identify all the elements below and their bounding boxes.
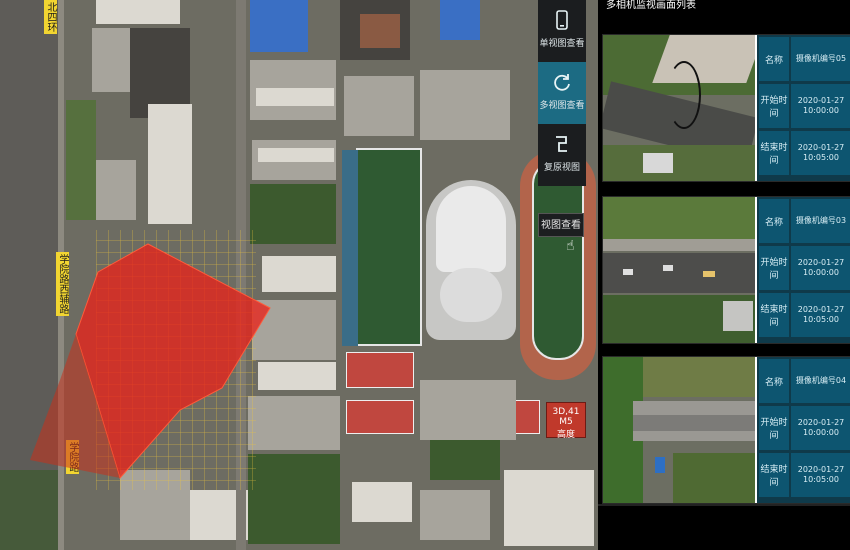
meta-row: 名称 摄像机编号05 (759, 37, 850, 83)
road-label: 学院路西辅路 (56, 252, 69, 316)
road-label: 北四环 (44, 0, 57, 34)
reset-view-label: 复原视图 (543, 163, 580, 173)
view-toolbar: 单视图查看 多视图查看 复原视图 (538, 0, 586, 186)
camera-thumbnail[interactable] (603, 357, 755, 503)
meta-value: 摄像机编号05 (791, 37, 850, 81)
building (344, 76, 414, 136)
building (96, 160, 136, 220)
building (96, 0, 180, 24)
tennis-courts (342, 150, 358, 346)
road-label: 学院路 (66, 440, 79, 474)
building (120, 470, 190, 540)
multi-view-button[interactable]: 多视图查看 (538, 62, 586, 124)
building (440, 0, 480, 40)
meta-row: 名称 摄像机编号04 (759, 359, 850, 405)
meta-row: 结束时间 2020-01-27 10:05:00 (759, 131, 850, 177)
toolbar-tooltip: 视图查看 (538, 213, 584, 237)
meta-value: 2020-01-27 10:05:00 (791, 453, 850, 497)
marker-text: 3D,41 M5 高度 (552, 407, 580, 440)
building (420, 380, 516, 440)
camera-meta: 名称 摄像机编号04 开始时间 2020-01-27 10:00:00 结束时间… (757, 357, 850, 503)
map-marker-label: 3D,41 M5 高度 (546, 402, 586, 440)
camera-meta: 名称 摄像机编号03 开始时间 2020-01-27 10:00:00 结束时间… (757, 197, 850, 343)
camera-thumbnail[interactable] (603, 35, 755, 181)
meta-key: 结束时间 (759, 131, 789, 175)
reset-view-button[interactable]: 复原视图 (538, 124, 586, 186)
meta-row: 开始时间 2020-01-27 10:00:00 (759, 406, 850, 452)
camera-card[interactable]: 名称 摄像机编号03 开始时间 2020-01-27 10:00:00 结束时间… (602, 196, 850, 344)
meta-key: 结束时间 (759, 453, 789, 497)
building (252, 300, 336, 360)
camera-thumbnail[interactable] (603, 197, 755, 343)
meta-row: 开始时间 2020-01-27 10:00:00 (759, 84, 850, 130)
camera-list-panel: 多相机监视画面列表 名称 摄像机编号05 开始时间 2020-01-27 10:… (598, 0, 850, 550)
mouse-cursor-icon: ☝ (566, 238, 575, 254)
meta-value: 摄像机编号04 (791, 359, 850, 403)
green-area (66, 100, 96, 220)
meta-value: 摄像机编号03 (791, 199, 850, 243)
meta-row: 结束时间 2020-01-27 10:05:00 (759, 453, 850, 499)
meta-key: 名称 (759, 359, 789, 403)
building (504, 470, 594, 546)
meta-row: 开始时间 2020-01-27 10:00:00 (759, 246, 850, 292)
camera-card[interactable]: 名称 摄像机编号05 开始时间 2020-01-27 10:00:00 结束时间… (602, 34, 850, 182)
meta-value: 2020-01-27 10:05:00 (791, 293, 850, 337)
meta-value: 2020-01-27 10:00:00 (791, 84, 850, 128)
layers-icon (550, 132, 574, 156)
camera-card[interactable]: 名称 摄像机编号04 开始时间 2020-01-27 10:00:00 结束时间… (602, 356, 850, 504)
arterial-road (0, 0, 58, 550)
building (148, 104, 192, 224)
dome-roof (440, 268, 502, 322)
building (248, 396, 340, 450)
meta-key: 结束时间 (759, 293, 789, 337)
meta-key: 开始时间 (759, 406, 789, 450)
green-area (0, 470, 58, 550)
building (420, 70, 510, 140)
single-view-button[interactable]: 单视图查看 (538, 0, 586, 62)
meta-value: 2020-01-27 10:05:00 (791, 131, 850, 175)
green-area (248, 454, 340, 544)
panel-title: 多相机监视画面列表 (606, 0, 696, 11)
basketball-courts (346, 352, 414, 388)
meta-key: 名称 (759, 37, 789, 81)
single-view-label: 单视图查看 (539, 39, 585, 49)
refresh-icon (550, 70, 574, 94)
green-area (430, 440, 500, 480)
football-field (356, 148, 422, 346)
meta-value: 2020-01-27 10:00:00 (791, 406, 850, 450)
green-area (250, 184, 336, 244)
building (92, 28, 132, 92)
meta-row: 名称 摄像机编号03 (759, 199, 850, 245)
building (420, 490, 490, 540)
building (262, 256, 336, 292)
panel-footer (598, 504, 850, 550)
multi-view-label: 多视图查看 (539, 101, 585, 111)
track-field (532, 160, 584, 360)
meta-key: 名称 (759, 199, 789, 243)
meta-key: 开始时间 (759, 84, 789, 128)
road (236, 0, 246, 550)
basketball-courts (514, 400, 540, 434)
phone-icon (550, 8, 574, 32)
camera-meta: 名称 摄像机编号05 开始时间 2020-01-27 10:00:00 结束时间… (757, 35, 850, 181)
meta-row: 结束时间 2020-01-27 10:05:00 (759, 293, 850, 339)
building (258, 362, 336, 390)
meta-key: 开始时间 (759, 246, 789, 290)
building (256, 88, 334, 106)
building (258, 148, 334, 162)
basketball-courts (346, 400, 414, 434)
dome-roof (436, 186, 506, 272)
building (352, 482, 412, 522)
satellite-map[interactable]: 北四环 学院路西辅路 学院路 3D,41 M5 高度 (0, 0, 598, 550)
building (250, 0, 308, 52)
meta-value: 2020-01-27 10:00:00 (791, 246, 850, 290)
building (360, 14, 400, 48)
coverage-grid (96, 230, 256, 490)
